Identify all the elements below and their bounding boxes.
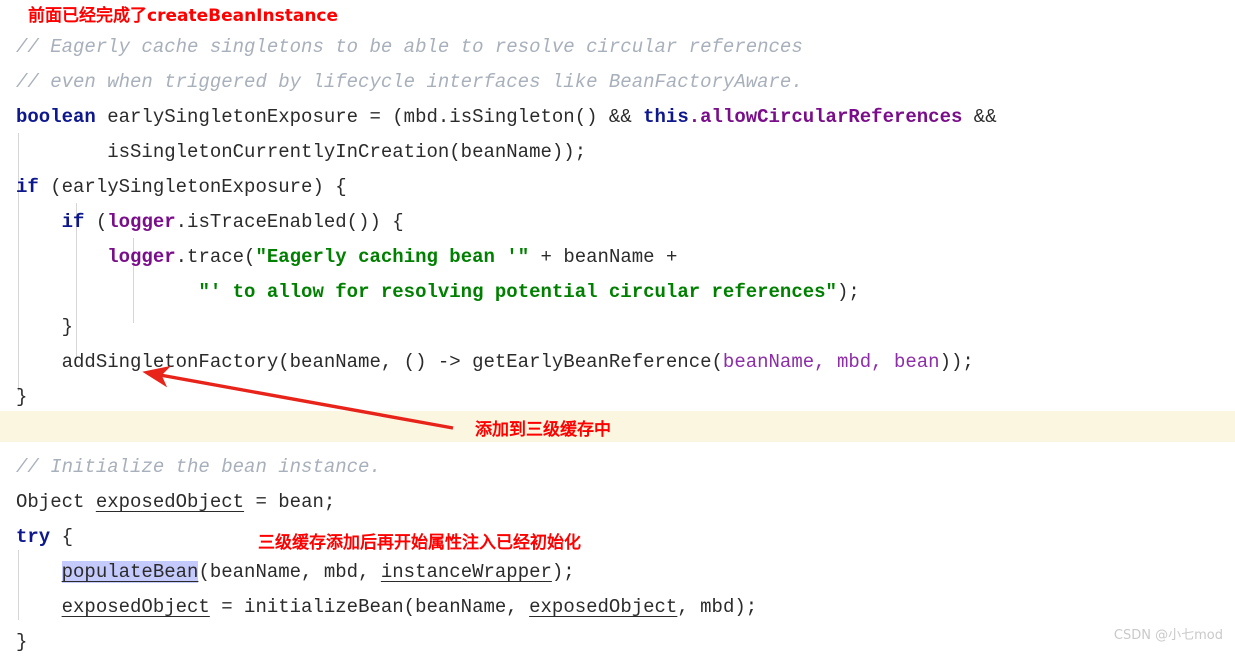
- code-token: if: [61, 211, 85, 233]
- code-token: isSingletonCurrentlyInCreation(beanName)…: [16, 141, 587, 163]
- code-line[interactable]: }: [0, 625, 1235, 660]
- code-token: &&: [962, 106, 997, 128]
- code-token: // even when triggered by lifecycle inte…: [16, 71, 803, 93]
- code-token: addSingletonFactory(beanName, () -> getE…: [16, 351, 723, 373]
- code-token: populateBean: [61, 561, 199, 583]
- code-token: beanName, mbd, bean: [722, 351, 940, 373]
- code-token: earlySingletonExposure = (mbd.isSingleto…: [95, 106, 644, 128]
- code-token: exposedObject: [529, 596, 678, 618]
- code-token: "' to allow for resolving potential circ…: [198, 281, 837, 303]
- code-line[interactable]: // even when triggered by lifecycle inte…: [0, 65, 1235, 100]
- code-line[interactable]: try {: [0, 520, 1235, 555]
- code-token: // Eagerly cache singletons to be able t…: [16, 36, 803, 58]
- annotation-create-bean-instance: 前面已经完成了createBeanInstance: [28, 6, 339, 26]
- code-line[interactable]: addSingletonFactory(beanName, () -> getE…: [0, 345, 1235, 380]
- code-token: ));: [939, 351, 974, 373]
- code-line[interactable]: populateBean(beanName, mbd, instanceWrap…: [0, 555, 1235, 590]
- code-token: instanceWrapper: [380, 561, 552, 583]
- code-line[interactable]: logger.trace("Eagerly caching bean '" + …: [0, 240, 1235, 275]
- code-line[interactable]: [0, 415, 1235, 450]
- code-token: (beanName, mbd,: [198, 561, 381, 583]
- code-line[interactable]: // Eagerly cache singletons to be able t…: [0, 30, 1235, 65]
- code-token: }: [16, 386, 28, 408]
- code-token: .allowCircularReferences: [688, 106, 963, 128]
- code-token: );: [551, 561, 575, 583]
- code-token: .isTraceEnabled()) {: [175, 211, 404, 233]
- code-token: logger: [107, 211, 176, 233]
- code-token: }: [16, 631, 28, 653]
- code-token: logger: [107, 246, 176, 268]
- code-token: exposedObject: [95, 491, 245, 513]
- code-token: );: [836, 281, 860, 303]
- code-token: , mbd);: [677, 596, 758, 618]
- code-token: exposedObject: [61, 596, 210, 618]
- code-line[interactable]: Object exposedObject = bean;: [0, 485, 1235, 520]
- code-line[interactable]: }: [0, 380, 1235, 415]
- code-line[interactable]: isSingletonCurrentlyInCreation(beanName)…: [0, 135, 1235, 170]
- code-line[interactable]: "' to allow for resolving potential circ…: [0, 275, 1235, 310]
- code-token: + beanName +: [529, 246, 678, 268]
- code-token: Object: [16, 491, 96, 513]
- code-line[interactable]: exposedObject = initializeBean(beanName,…: [0, 590, 1235, 625]
- code-token: (: [84, 211, 108, 233]
- code-token: if: [16, 176, 39, 198]
- code-token: "Eagerly caching bean '": [255, 246, 530, 268]
- code-line[interactable]: boolean earlySingletonExposure = (mbd.is…: [0, 100, 1235, 135]
- code-token: = initializeBean(beanName,: [209, 596, 530, 618]
- csdn-watermark: CSDN @小七mod: [1113, 628, 1223, 643]
- code-token: this: [643, 106, 689, 128]
- code-line[interactable]: // Initialize the bean instance.: [0, 450, 1235, 485]
- code-line[interactable]: if (logger.isTraceEnabled()) {: [0, 205, 1235, 240]
- code-line[interactable]: }: [0, 310, 1235, 345]
- code-token: }: [16, 316, 74, 338]
- code-token: = bean;: [244, 491, 336, 513]
- code-token: boolean: [16, 106, 96, 128]
- annotation-populate-after-cache: 三级缓存添加后再开始属性注入已经初始化: [258, 533, 581, 553]
- code-token: .trace(: [175, 246, 256, 268]
- annotation-add-to-third-level-cache: 添加到三级缓存中: [475, 420, 611, 440]
- code-token: try: [16, 526, 51, 548]
- code-token: {: [50, 526, 74, 548]
- code-token: // Initialize the bean instance.: [16, 456, 381, 478]
- code-editor-surface: // Eagerly cache singletons to be able t…: [0, 0, 1235, 653]
- code-line[interactable]: if (earlySingletonExposure) {: [0, 170, 1235, 205]
- code-token: (earlySingletonExposure) {: [38, 176, 347, 198]
